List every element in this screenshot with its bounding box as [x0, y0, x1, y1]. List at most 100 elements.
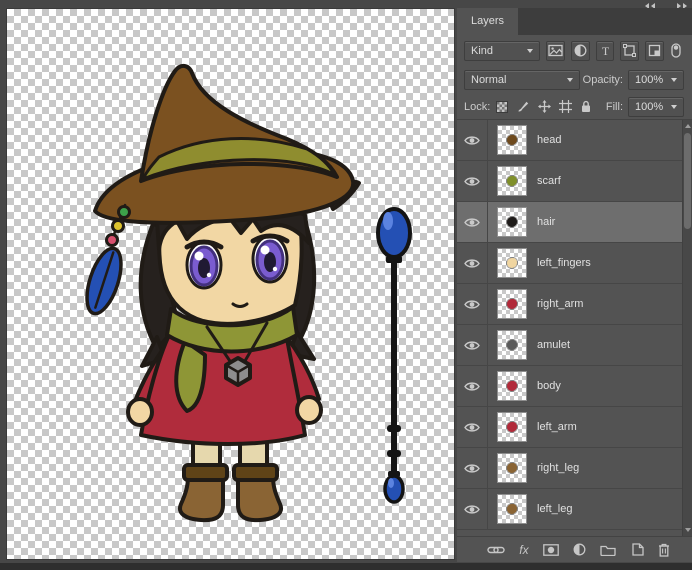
kind-filter-dropdown[interactable]: Kind: [464, 40, 540, 61]
shape-icon: [623, 44, 637, 57]
layer-thumbnail[interactable]: [497, 289, 527, 319]
visibility-toggle[interactable]: [457, 120, 488, 160]
scroll-up-icon[interactable]: [685, 124, 691, 128]
lock-pixels-button[interactable]: [514, 98, 532, 115]
blend-mode-dropdown[interactable]: Normal: [464, 70, 580, 90]
visibility-toggle[interactable]: [457, 366, 488, 406]
chevron-down-icon: [567, 78, 573, 82]
layer-thumbnail[interactable]: [497, 125, 527, 155]
eye-icon: [464, 176, 480, 186]
layer-row[interactable]: head: [457, 120, 682, 161]
type-icon: T: [601, 44, 609, 57]
scrollbar[interactable]: [682, 120, 692, 536]
shape-filter-button[interactable]: [620, 40, 640, 61]
smart-object-filter-button[interactable]: [645, 40, 665, 61]
fill-dropdown[interactable]: 100%: [628, 96, 684, 117]
link-layers-button[interactable]: [487, 545, 505, 555]
fill-value: 100%: [635, 100, 664, 113]
move-icon: [537, 100, 551, 113]
layer-row[interactable]: right_leg: [457, 448, 682, 489]
new-layer-icon: [632, 543, 644, 556]
layer-thumbnail[interactable]: [497, 248, 527, 278]
opacity-dropdown[interactable]: 100%: [628, 70, 684, 90]
layers-list: head scarf hair left_fingers right_arm a…: [457, 120, 692, 537]
visibility-toggle[interactable]: [457, 243, 488, 283]
thumbnail-sprite: [507, 340, 517, 350]
layer-thumbnail[interactable]: [497, 371, 527, 401]
adjustment-layer-button[interactable]: [573, 543, 586, 556]
fill-label: Fill:: [605, 100, 623, 113]
layer-thumbnail[interactable]: [497, 207, 527, 237]
visibility-toggle[interactable]: [457, 325, 488, 365]
scroll-down-icon[interactable]: [685, 528, 691, 532]
lock-position-button[interactable]: [535, 98, 553, 115]
type-filter-button[interactable]: T: [595, 40, 615, 61]
eye-icon: [464, 381, 480, 391]
new-group-button[interactable]: [600, 544, 617, 556]
lock-transparency-button[interactable]: [493, 98, 511, 115]
layer-thumbnail[interactable]: [497, 166, 527, 196]
layer-name[interactable]: right_leg: [537, 462, 579, 474]
layer-name[interactable]: amulet: [537, 339, 570, 351]
layer-name[interactable]: body: [537, 380, 561, 392]
layer-name[interactable]: right_arm: [537, 298, 583, 310]
pixel-filter-button[interactable]: [545, 40, 565, 61]
delete-layer-button[interactable]: [658, 543, 670, 557]
smart-object-icon: [648, 44, 661, 57]
thumbnail-sprite: [507, 504, 517, 514]
lock-all-button[interactable]: [577, 98, 595, 115]
scrollbar-thumb[interactable]: [684, 133, 691, 229]
layer-thumbnail[interactable]: [497, 330, 527, 360]
layer-row[interactable]: left_leg: [457, 489, 682, 530]
thumbnail-sprite: [507, 381, 517, 391]
link-icon: [487, 546, 505, 553]
new-layer-button[interactable]: [631, 543, 644, 556]
adjustment-filter-button[interactable]: [570, 40, 590, 61]
layer-name[interactable]: scarf: [537, 175, 561, 187]
chevron-down-icon: [671, 104, 677, 109]
thumbnail-sprite: [507, 135, 517, 145]
layer-row[interactable]: right_arm: [457, 284, 682, 325]
visibility-toggle[interactable]: [457, 407, 488, 447]
layer-name[interactable]: left_leg: [537, 503, 572, 515]
layer-thumbnail[interactable]: [497, 494, 527, 524]
layer-style-button[interactable]: fx: [519, 544, 528, 556]
visibility-toggle[interactable]: [457, 489, 488, 529]
visibility-toggle[interactable]: [457, 161, 488, 201]
layer-thumbnail[interactable]: [497, 453, 527, 483]
visibility-toggle[interactable]: [457, 284, 488, 324]
lock-row: Lock: Fill: 100%: [457, 94, 692, 120]
chevron-down-icon: [671, 78, 677, 82]
layer-name[interactable]: left_fingers: [537, 257, 591, 269]
svg-text:T: T: [601, 44, 609, 57]
canvas-area[interactable]: [6, 8, 455, 560]
eye-icon: [464, 422, 480, 432]
blend-row: Normal Opacity: 100%: [457, 66, 692, 94]
filter-toggle-icon[interactable]: [668, 42, 684, 59]
brush-icon: [518, 101, 528, 112]
layer-row[interactable]: left_fingers: [457, 243, 682, 284]
tab-layers[interactable]: Layers: [457, 8, 519, 35]
lock-artboard-button[interactable]: [556, 98, 574, 115]
layer-row[interactable]: scarf: [457, 161, 682, 202]
layer-name[interactable]: head: [537, 134, 561, 146]
layer-name[interactable]: left_arm: [537, 421, 577, 433]
chevron-down-icon: [526, 48, 533, 53]
adjustment-icon: [573, 543, 586, 556]
add-mask-button[interactable]: [543, 543, 559, 556]
kind-label: Kind: [471, 44, 494, 57]
layer-name[interactable]: hair: [537, 216, 555, 228]
photoshop-window: Layers Kind T Normal Opacity: 100% Lock:…: [0, 0, 692, 570]
layer-thumbnail[interactable]: [497, 412, 527, 442]
layer-row[interactable]: body: [457, 366, 682, 407]
lock-label: Lock:: [464, 100, 491, 113]
eye-icon: [464, 299, 480, 309]
thumbnail-sprite: [507, 463, 517, 473]
visibility-toggle[interactable]: [457, 202, 488, 242]
layer-row[interactable]: amulet: [457, 325, 682, 366]
eye-icon: [464, 504, 480, 514]
visibility-toggle[interactable]: [457, 448, 488, 488]
folder-icon: [600, 545, 617, 556]
layer-row[interactable]: hair: [457, 202, 682, 243]
layer-row[interactable]: left_arm: [457, 407, 682, 448]
